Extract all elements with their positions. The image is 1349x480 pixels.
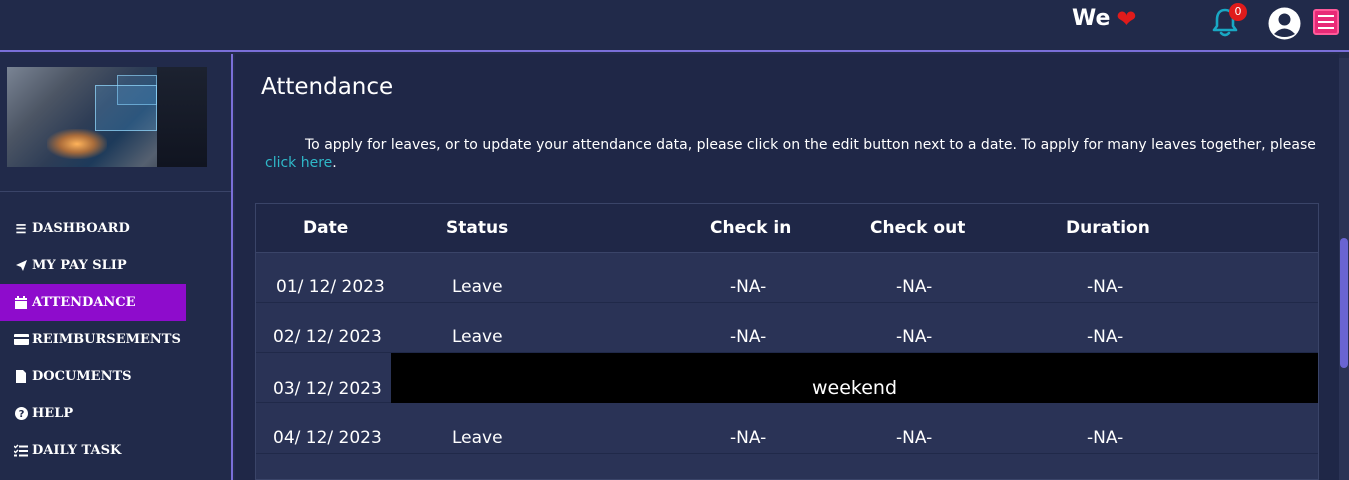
cell-check-out: -NA- — [896, 428, 933, 448]
column-header-date: Date — [303, 218, 349, 238]
bars-icon: ☰ — [15, 221, 27, 236]
credit-card-icon — [13, 334, 29, 345]
sidebar-item-reimbursements[interactable]: REIMBURSEMENTS — [0, 321, 186, 358]
table-header: Date Status Check in Check out Duration — [256, 204, 1318, 253]
table-row-weekend[interactable]: 03/ 12/ 2023 weekend — [256, 353, 1318, 403]
paper-plane-icon — [13, 259, 29, 272]
cell-check-in: -NA- — [730, 327, 767, 347]
attendance-table: Date Status Check in Check out Duration … — [255, 203, 1319, 480]
sidebar-divider — [0, 191, 231, 192]
table-row-partial[interactable] — [256, 454, 1318, 479]
cell-status: Leave — [452, 277, 503, 297]
notification-badge: 0 — [1229, 3, 1247, 21]
cell-date: 02/ 12/ 2023 — [273, 327, 382, 347]
brand: We ❤ — [1072, 6, 1137, 31]
calendar-icon — [13, 296, 29, 309]
sidebar-item-label: DAILY TASK — [32, 443, 122, 458]
sidebar-item-documents[interactable]: DOCUMENTS — [0, 358, 186, 395]
sidebar-item-daily-task[interactable]: DAILY TASK — [0, 432, 186, 469]
cell-check-in: -NA- — [730, 277, 767, 297]
scrollbar-thumb[interactable] — [1340, 238, 1348, 368]
column-header-check-out: Check out — [870, 218, 966, 238]
sidebar-item-attendance[interactable]: ATTENDANCE — [0, 284, 186, 321]
question-circle-icon: ? — [13, 407, 29, 420]
sidebar-item-dashboard[interactable]: ☰ DASHBOARD — [0, 210, 186, 247]
brand-text: We — [1072, 6, 1111, 31]
weekend-label: weekend — [812, 377, 898, 399]
top-bar: We ❤ 0 — [0, 0, 1349, 52]
cell-check-in: -NA- — [730, 428, 767, 448]
instructions-text: To apply for leaves, or to update your a… — [305, 137, 1316, 153]
hamburger-menu-button[interactable] — [1313, 9, 1339, 35]
sidebar-item-label: DASHBOARD — [32, 221, 130, 236]
company-logo-image — [7, 67, 207, 167]
svg-text:?: ? — [18, 409, 24, 420]
cell-date: 04/ 12/ 2023 — [273, 428, 382, 448]
cell-date: 01/ 12/ 2023 — [276, 277, 385, 297]
sidebar-nav: ☰ DASHBOARD MY PAY SLIP ATTENDANCE REIMB… — [0, 210, 231, 469]
sidebar: ☰ DASHBOARD MY PAY SLIP ATTENDANCE REIMB… — [0, 54, 233, 480]
table-row[interactable]: 04/ 12/ 2023 Leave -NA- -NA- -NA- — [256, 404, 1318, 454]
page-title: Attendance — [261, 74, 394, 100]
cell-check-out: -NA- — [896, 327, 933, 347]
user-avatar-icon[interactable] — [1268, 7, 1301, 40]
sidebar-item-label: REIMBURSEMENTS — [32, 332, 181, 347]
click-here-link[interactable]: click here — [265, 155, 332, 171]
attendance-instructions: To apply for leaves, or to update your a… — [265, 136, 1325, 172]
sidebar-item-label: MY PAY SLIP — [32, 258, 127, 273]
task-list-icon — [13, 444, 29, 457]
sidebar-item-label: ATTENDANCE — [32, 295, 136, 310]
sidebar-item-my-pay-slip[interactable]: MY PAY SLIP — [0, 247, 186, 284]
column-header-check-in: Check in — [710, 218, 792, 238]
heart-icon: ❤ — [1116, 4, 1137, 33]
cell-check-out: -NA- — [896, 277, 933, 297]
sidebar-item-help[interactable]: ? HELP — [0, 395, 186, 432]
column-header-duration: Duration — [1066, 218, 1150, 238]
file-icon — [13, 370, 29, 383]
cell-duration: -NA- — [1087, 327, 1124, 347]
sidebar-item-label: DOCUMENTS — [32, 369, 132, 384]
column-header-status: Status — [446, 218, 509, 238]
cell-duration: -NA- — [1087, 428, 1124, 448]
cell-date: 03/ 12/ 2023 — [273, 379, 382, 399]
table-row[interactable]: 01/ 12/ 2023 Leave -NA- -NA- -NA- — [256, 253, 1318, 303]
table-row[interactable]: 02/ 12/ 2023 Leave -NA- -NA- -NA- — [256, 303, 1318, 353]
cell-status: Leave — [452, 327, 503, 347]
instructions-end: . — [332, 155, 337, 171]
cell-status: Leave — [452, 428, 503, 448]
cell-duration: -NA- — [1087, 277, 1124, 297]
sidebar-item-label: HELP — [32, 406, 74, 421]
